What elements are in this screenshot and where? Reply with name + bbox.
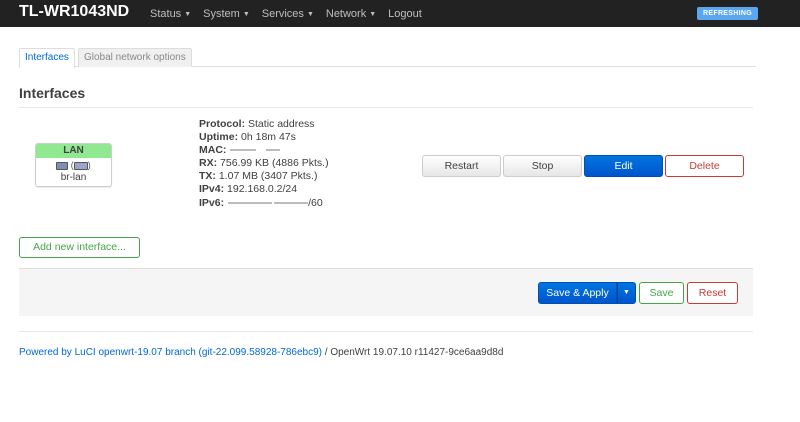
chevron-down-icon: ▼	[306, 10, 314, 18]
status-tx: TX: 1.07 MB (3407 Pkts.)	[199, 170, 318, 183]
interface-icons: ()	[36, 160, 111, 172]
delete-button[interactable]: Delete	[665, 155, 744, 177]
chevron-down-icon: ▼	[242, 10, 250, 18]
top-navbar: TL-WR1043ND Status ▼ System ▼ Services ▼ Ne…	[0, 0, 800, 27]
status-mac: MAC:	[199, 144, 329, 157]
add-interface-button[interactable]: Add new interface...	[19, 237, 140, 258]
save-apply-dropdown-toggle[interactable]: ▼	[617, 282, 636, 304]
footer: Powered by LuCI openwrt-19.07 branch (gi…	[19, 347, 503, 358]
nav-system-menu[interactable]: System ▼	[203, 8, 250, 20]
openwrt-version: / OpenWrt 19.07.10 r11427-9ce6aa9d8d	[321, 347, 504, 358]
interface-status-details: Protocol: Static address Uptime: 0h 18m …	[199, 118, 329, 210]
section-divider	[19, 107, 753, 108]
reset-button[interactable]: Reset	[687, 282, 738, 304]
interface-badge-lan: LAN () br-lan	[35, 143, 112, 187]
status-rx: RX: 756.99 KB (4886 Pkts.)	[199, 157, 329, 170]
status-ipv4: IPv4: 192.168.0.2/24	[199, 183, 298, 196]
brand-title[interactable]: TL-WR1043ND	[19, 3, 129, 21]
luci-link[interactable]: Powered by LuCI openwrt-19.07 branch (gi…	[19, 347, 322, 358]
nav-logout-label: Logout	[388, 7, 422, 20]
nav-services-menu[interactable]: Services ▼	[262, 8, 314, 20]
save-apply-button[interactable]: Save & Apply	[538, 282, 617, 304]
nav-status-label: Status	[150, 7, 182, 20]
section-title: Interfaces	[19, 85, 86, 101]
restart-button[interactable]: Restart	[422, 155, 501, 177]
status-ipv6: IPv6:/60	[199, 196, 323, 209]
nav-network-label: Network	[325, 7, 367, 20]
tab-interfaces[interactable]: Interfaces	[19, 48, 75, 68]
tab-bar: Interfaces Global network options	[19, 48, 756, 68]
edit-button[interactable]: Edit	[584, 155, 663, 177]
chevron-down-icon: ▼	[184, 10, 192, 18]
redacted-ipv6	[228, 201, 273, 204]
redacted-mac-tail	[266, 149, 281, 152]
bridge-close-paren: )	[87, 160, 91, 170]
stop-button[interactable]: Stop	[503, 155, 582, 177]
main-nav: Status ▼ System ▼ Services ▼ Network ▼ Logou…	[150, 0, 434, 27]
nav-services-label: Services	[261, 7, 304, 20]
chevron-down-icon: ▼	[369, 10, 377, 18]
redacted-ipv6-tail	[274, 201, 309, 204]
interface-name: LAN	[36, 144, 111, 158]
ethernet-port-icon	[56, 161, 69, 170]
status-uptime: Uptime: 0h 18m 47s	[199, 131, 296, 144]
footer-divider	[19, 331, 753, 332]
save-button[interactable]: Save	[639, 282, 684, 304]
interface-device: br-lan	[60, 172, 87, 183]
tab-global-network-options[interactable]: Global network options	[78, 48, 192, 67]
refreshing-badge[interactable]: REFRESHING	[697, 7, 758, 20]
nav-logout-link[interactable]: Logout	[388, 8, 422, 20]
nav-status-menu[interactable]: Status ▼	[150, 8, 191, 20]
nav-system-label: System	[203, 7, 240, 20]
status-protocol: Protocol: Static address	[199, 118, 315, 130]
bridge-icon	[73, 161, 88, 170]
nav-network-menu[interactable]: Network ▼	[326, 8, 376, 20]
redacted-mac	[230, 149, 257, 152]
